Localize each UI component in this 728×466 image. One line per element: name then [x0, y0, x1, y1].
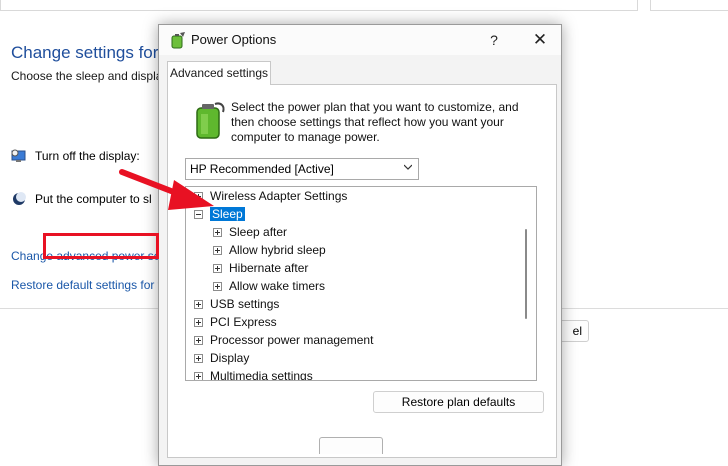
tree-item-label: USB settings: [210, 297, 280, 311]
tree-item-label: Wireless Adapter Settings: [210, 189, 348, 203]
tree-item-usb[interactable]: USB settings: [194, 295, 279, 313]
expand-icon[interactable]: [194, 317, 203, 327]
display-setting-row: Turn off the display:: [11, 148, 140, 164]
tree-item-label: Allow wake timers: [229, 279, 326, 293]
close-button[interactable]: ✕: [527, 29, 553, 51]
monitor-sleep-icon: [11, 149, 26, 162]
tab-advanced-settings[interactable]: Advanced settings: [167, 61, 271, 85]
tree-item-display[interactable]: Display: [194, 349, 249, 367]
tree-item-label: PCI Express: [210, 315, 277, 329]
advanced-settings-panel: Select the power plan that you want to c…: [167, 84, 557, 458]
top-bar-left: [0, 0, 638, 11]
chevron-down-icon: [404, 164, 412, 170]
top-bar-right: [650, 0, 728, 11]
battery-plan-icon: [196, 102, 225, 139]
help-button[interactable]: ?: [481, 29, 507, 51]
moon-sleep-icon: [13, 192, 26, 205]
tree-scrollbar[interactable]: [525, 229, 527, 319]
red-arrow-icon: [119, 169, 214, 210]
expand-icon[interactable]: [194, 353, 203, 363]
tree-item-sleep-after[interactable]: Sleep after: [213, 223, 287, 241]
power-options-dialog: Power Options ? ✕ Advanced settings Sele…: [158, 24, 562, 466]
expand-icon[interactable]: [213, 227, 222, 237]
expand-icon[interactable]: [213, 281, 222, 291]
tree-item-label: Display: [210, 351, 250, 365]
power-options-icon: [171, 32, 185, 49]
page-title: Change settings for th: [11, 43, 178, 62]
expand-icon[interactable]: [213, 245, 222, 255]
page-subtitle: Choose the sleep and displa: [11, 69, 163, 83]
tree-item-wake-timers[interactable]: Allow wake timers: [213, 277, 325, 295]
tree-item-hybrid-sleep[interactable]: Allow hybrid sleep: [213, 241, 326, 259]
tree-item-pci[interactable]: PCI Express: [194, 313, 277, 331]
tree-item-label: Processor power management: [210, 333, 374, 347]
expand-icon[interactable]: [194, 335, 203, 345]
restore-defaults-link[interactable]: Restore default settings for t: [11, 278, 161, 292]
restore-plan-defaults-button[interactable]: Restore plan defaults: [373, 391, 544, 413]
tree-item-label: Multimedia settings: [210, 369, 313, 381]
expand-icon[interactable]: [194, 299, 203, 309]
tree-item-label: Allow hybrid sleep: [229, 243, 326, 257]
power-plan-select[interactable]: HP Recommended [Active]: [185, 158, 419, 180]
display-setting-label: Turn off the display:: [35, 149, 140, 163]
tree-item-hibernate-after[interactable]: Hibernate after: [213, 259, 308, 277]
expand-icon[interactable]: [213, 263, 222, 273]
ok-button[interactable]: [319, 437, 383, 454]
hibernate-highlight-box: [43, 233, 159, 259]
tree-item-label: Hibernate after: [229, 261, 309, 275]
tree-item-label: Sleep after: [229, 225, 288, 239]
dialog-titlebar[interactable]: Power Options ? ✕: [159, 25, 561, 55]
tree-item-multimedia[interactable]: Multimedia settings: [194, 367, 313, 381]
expand-icon[interactable]: [194, 371, 203, 380]
tree-item-processor[interactable]: Processor power management: [194, 331, 373, 349]
dialog-title: Power Options: [191, 32, 277, 47]
settings-tree[interactable]: Wireless Adapter Settings Sleep Sleep af…: [185, 186, 537, 381]
intro-text: Select the power plan that you want to c…: [231, 100, 519, 144]
